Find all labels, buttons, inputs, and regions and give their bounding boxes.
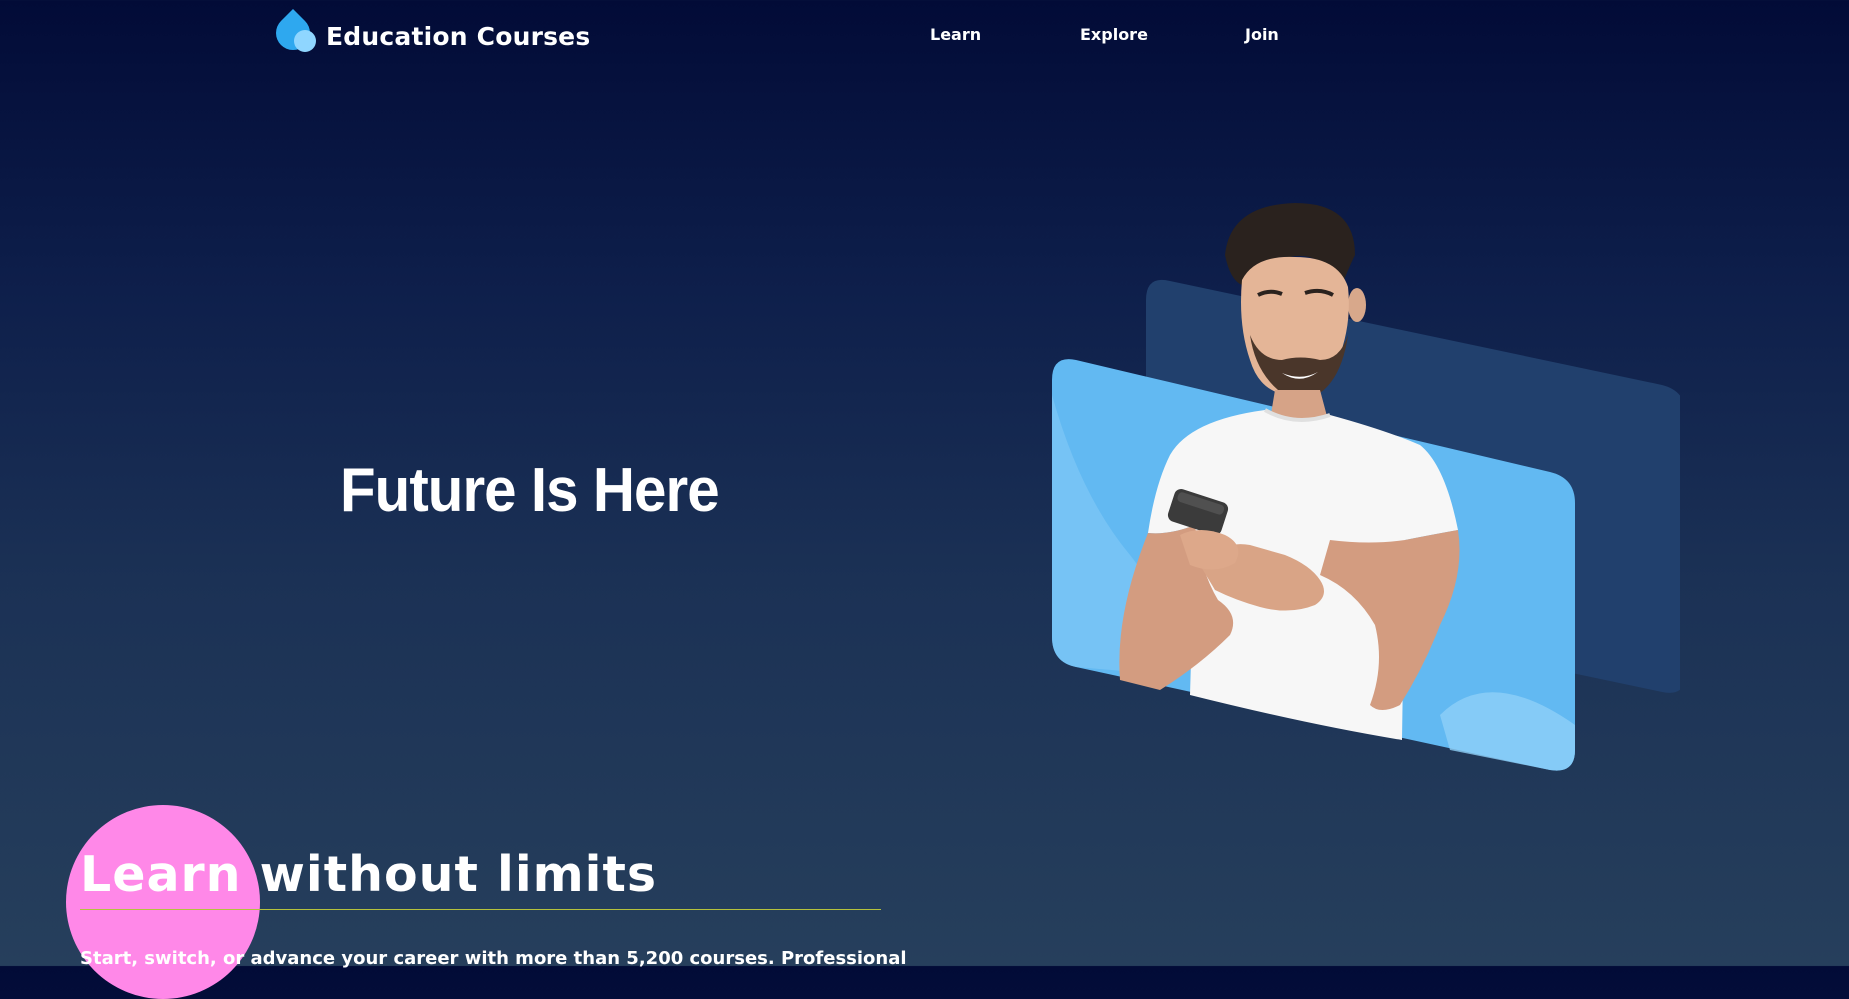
nav-link-learn[interactable]: Learn xyxy=(930,25,981,44)
nav-link-join[interactable]: Join xyxy=(1245,25,1279,44)
hero-image xyxy=(1020,195,1680,775)
site-header: Education Courses Learn Explore Join xyxy=(0,0,1849,78)
section-divider xyxy=(80,909,881,910)
water-drop-icon xyxy=(268,8,318,58)
nav-link-explore[interactable]: Explore xyxy=(1080,25,1148,44)
man-with-phone-illustration xyxy=(1052,203,1680,771)
section-title: Learn without limits xyxy=(80,846,658,903)
hero-title: Future Is Here xyxy=(340,456,720,525)
brand-name: Education Courses xyxy=(326,21,591,51)
brand-logo[interactable]: Education Courses xyxy=(268,8,591,58)
